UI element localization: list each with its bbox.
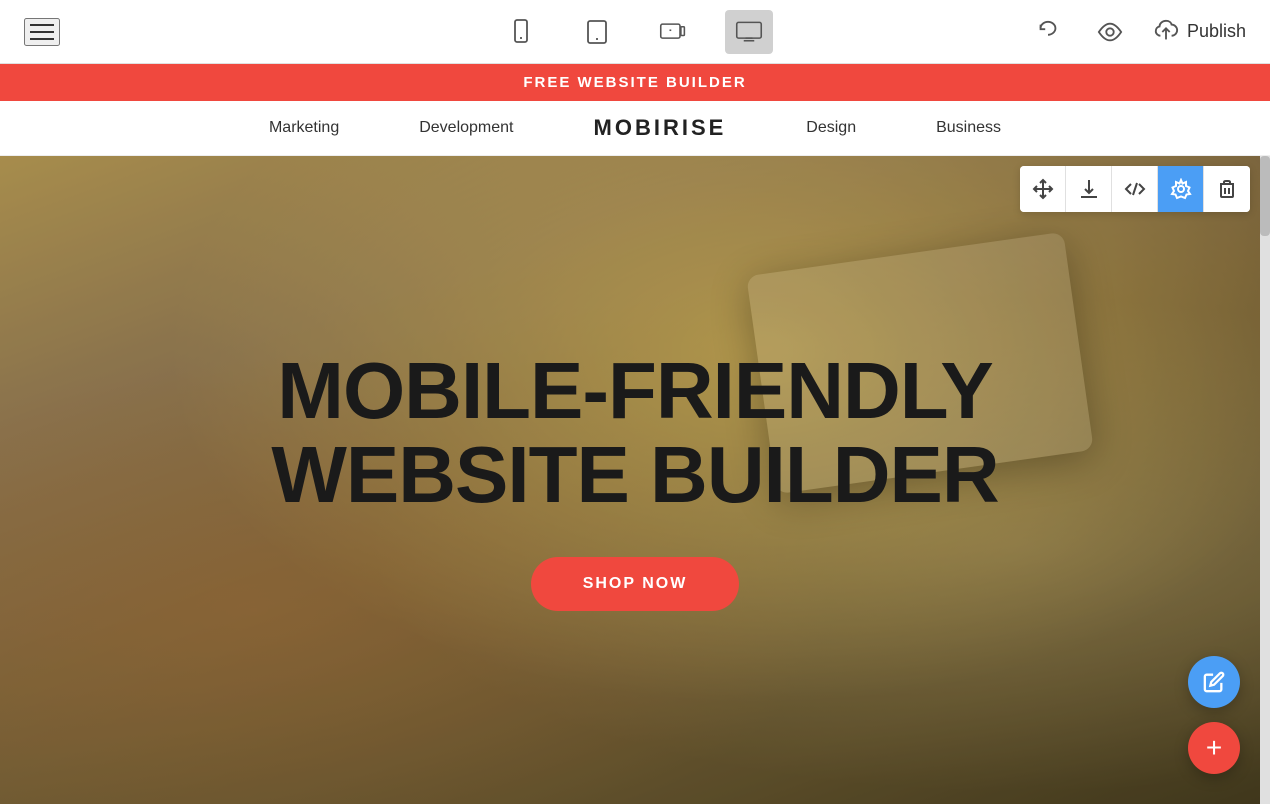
device-switcher	[497, 10, 773, 54]
eye-icon	[1097, 19, 1123, 45]
hero-content: MOBILE-FRIENDLY WEBSITE BUILDER SHOP NOW	[271, 349, 998, 611]
download-block-button[interactable]	[1066, 166, 1112, 212]
hero-section: MOBILE-FRIENDLY WEBSITE BUILDER SHOP NOW…	[0, 156, 1270, 804]
toolbar-left	[24, 18, 60, 46]
nav-link-business[interactable]: Business	[936, 119, 1001, 137]
hamburger-line	[30, 38, 54, 40]
nav-link-marketing[interactable]: Marketing	[269, 119, 339, 137]
tablet-view-button[interactable]	[573, 10, 621, 54]
hero-title-line2: WEBSITE BUILDER	[271, 430, 998, 519]
arrows-icon	[1032, 178, 1054, 200]
cloud-upload-icon	[1153, 19, 1179, 45]
settings-button[interactable]	[1158, 166, 1204, 212]
move-block-button[interactable]	[1020, 166, 1066, 212]
top-toolbar: Publish	[0, 0, 1270, 64]
nav-link-design[interactable]: Design	[806, 119, 856, 137]
desktop-view-button[interactable]	[725, 10, 773, 54]
free-banner-text: FREE WEBSITE BUILDER	[523, 74, 746, 91]
mobile-icon	[507, 18, 535, 46]
delete-block-button[interactable]	[1204, 166, 1250, 212]
fab-container: +	[1188, 656, 1240, 774]
toolbar-right: Publish	[1029, 13, 1246, 51]
desktop-icon	[735, 18, 763, 46]
tablet-landscape-button[interactable]	[649, 10, 697, 54]
plus-icon: +	[1206, 734, 1222, 762]
free-banner: FREE WEBSITE BUILDER	[0, 64, 1270, 101]
hamburger-line	[30, 31, 54, 33]
mobile-view-button[interactable]	[497, 10, 545, 54]
nav-link-development[interactable]: Development	[419, 119, 513, 137]
code-button[interactable]	[1112, 166, 1158, 212]
publish-label: Publish	[1187, 21, 1246, 42]
tablet-landscape-icon	[659, 18, 687, 46]
hamburger-line	[30, 24, 54, 26]
trash-icon	[1216, 178, 1238, 200]
block-toolbar	[1020, 166, 1250, 212]
menu-button[interactable]	[24, 18, 60, 46]
download-icon	[1078, 178, 1100, 200]
code-icon	[1124, 178, 1146, 200]
hero-title: MOBILE-FRIENDLY WEBSITE BUILDER	[271, 349, 998, 517]
scrollbar-thumb[interactable]	[1260, 156, 1270, 236]
tablet-icon	[583, 18, 611, 46]
nav-brand: MOBIRISE	[594, 115, 727, 141]
add-block-button[interactable]: +	[1188, 722, 1240, 774]
site-nav: Marketing Development MOBIRISE Design Bu…	[0, 101, 1270, 156]
scrollbar-track[interactable]	[1260, 156, 1270, 804]
undo-icon	[1035, 19, 1061, 45]
edit-fab-button[interactable]	[1188, 656, 1240, 708]
hero-title-line1: MOBILE-FRIENDLY	[277, 346, 992, 435]
settings-icon	[1170, 178, 1192, 200]
pencil-icon	[1203, 671, 1225, 693]
publish-button[interactable]: Publish	[1153, 19, 1246, 45]
shop-now-button[interactable]: SHOP NOW	[531, 557, 740, 611]
undo-button[interactable]	[1029, 13, 1067, 51]
preview-button[interactable]	[1091, 13, 1129, 51]
